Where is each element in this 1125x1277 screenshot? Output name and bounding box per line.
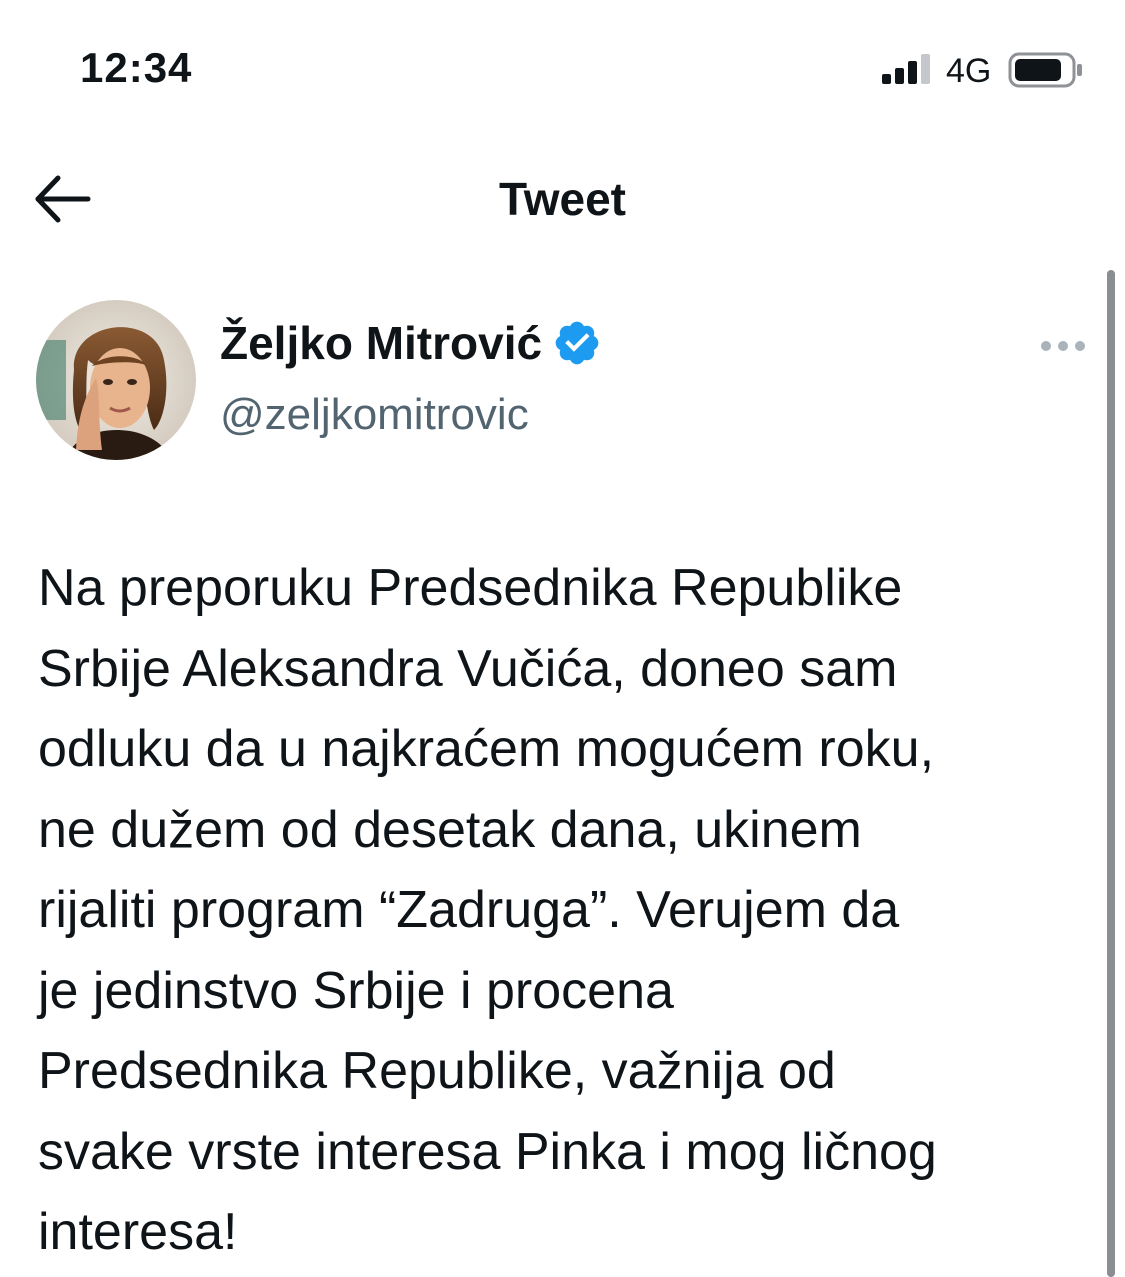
author-name-row: Željko Mitrović — [220, 316, 602, 370]
author-name[interactable]: Željko Mitrović — [220, 316, 542, 370]
top-nav-bar: Tweet — [0, 150, 1125, 250]
tweet-body-text: Na preporuku Predsednika Republike Srbij… — [38, 559, 937, 1261]
tweet-author-header: Željko Mitrović @zeljkomitrovic — [0, 298, 1100, 468]
verified-badge-icon — [555, 321, 599, 365]
more-options-icon[interactable] — [1040, 338, 1086, 354]
scrollbar[interactable] — [1107, 270, 1115, 1277]
status-bar: 12:34 4G — [0, 0, 1125, 120]
signal-icon — [882, 54, 930, 84]
author-handle[interactable]: @zeljkomitrovic — [220, 390, 529, 440]
author-avatar[interactable] — [36, 300, 196, 460]
page-title: Tweet — [499, 173, 626, 225]
battery-icon — [1008, 52, 1082, 88]
status-time: 12:34 — [80, 44, 193, 91]
network-type-label: 4G — [946, 52, 992, 90]
